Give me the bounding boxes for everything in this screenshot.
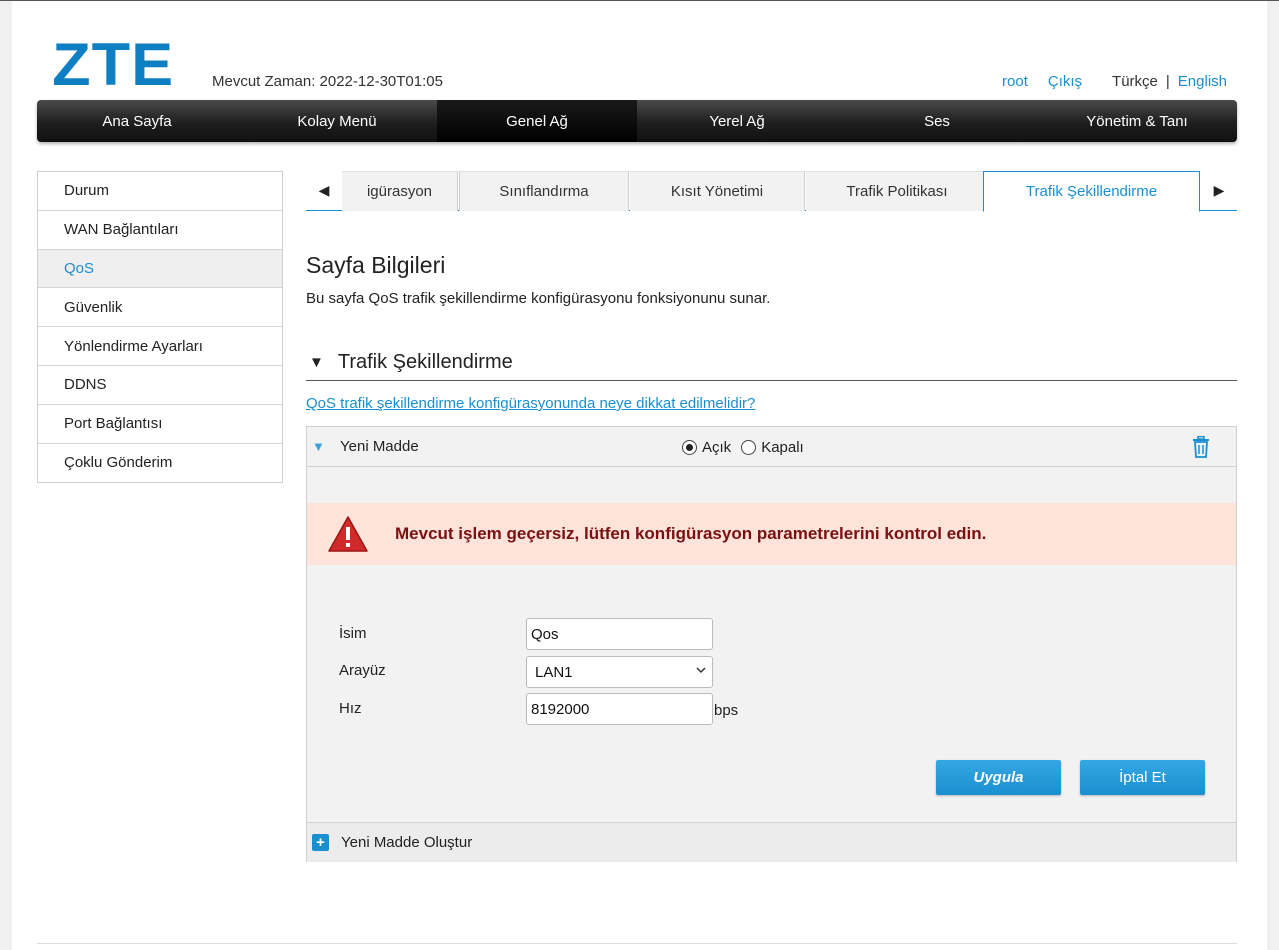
section-header[interactable]: ▼ Trafik Şekillendirme bbox=[306, 345, 1237, 381]
radio-on-label[interactable]: Açık bbox=[702, 439, 731, 456]
collapse-triangle-icon[interactable]: ▼ bbox=[309, 354, 324, 371]
triangle-down-icon[interactable]: ▼ bbox=[312, 439, 328, 454]
apply-button[interactable]: Uygula bbox=[936, 760, 1061, 795]
logout-link[interactable]: Çıkış bbox=[1048, 73, 1082, 90]
rate-unit: bps bbox=[714, 702, 739, 719]
tab-trafik-politikasi[interactable]: Trafik Politikası bbox=[806, 171, 989, 211]
error-alert: Mevcut işlem geçersiz, lütfen konfigüras… bbox=[307, 503, 1236, 565]
chevron-down-icon bbox=[696, 667, 706, 674]
cancel-button[interactable]: İptal Et bbox=[1080, 760, 1205, 795]
current-time: Mevcut Zaman: 2022-12-30T01:05 bbox=[212, 73, 443, 90]
current-language: Türkçe bbox=[1112, 73, 1158, 90]
sidebar-item-durum[interactable]: Durum bbox=[38, 172, 282, 211]
help-link[interactable]: QoS trafik şekillendirme konfigürasyonun… bbox=[306, 395, 755, 412]
radio-off-label[interactable]: Kapalı bbox=[761, 439, 804, 456]
trash-icon[interactable] bbox=[1191, 436, 1211, 458]
sidebar-item-qos[interactable]: QoS bbox=[38, 249, 282, 289]
create-new-label[interactable]: Yeni Madde Oluştur bbox=[341, 834, 472, 851]
page-description: Bu sayfa QoS trafik şekillendirme konfig… bbox=[306, 290, 771, 307]
warning-triangle-icon bbox=[328, 516, 368, 552]
language-separator: | bbox=[1165, 73, 1170, 90]
sidebar-item-wan[interactable]: WAN Bağlantıları bbox=[38, 210, 282, 250]
sub-tabs: igürasyon Sınıflandırma Kısıt Yönetimi T… bbox=[306, 171, 1237, 212]
radio-off[interactable] bbox=[741, 440, 757, 455]
entry-header: ▼ Yeni Madde Açık Kapalı bbox=[307, 427, 1236, 467]
sidebar-item-coklu-gonderim[interactable]: Çoklu Gönderim bbox=[38, 443, 282, 483]
sidebar-item-ddns[interactable]: DDNS bbox=[38, 365, 282, 405]
nav-item-ana-sayfa[interactable]: Ana Sayfa bbox=[37, 100, 237, 142]
tab-kisit-yonetimi[interactable]: Kısıt Yönetimi bbox=[630, 171, 805, 211]
sidebar-item-port-baglantisi[interactable]: Port Bağlantısı bbox=[38, 404, 282, 444]
sidebar-item-yonlendirme[interactable]: Yönlendirme Ayarları bbox=[38, 327, 282, 366]
sidebar: Durum WAN Bağlantıları QoS Güvenlik Yönl… bbox=[37, 171, 283, 484]
name-input[interactable]: Qos bbox=[526, 618, 713, 650]
entry-title: Yeni Madde bbox=[340, 438, 419, 455]
rate-input[interactable]: 8192000 bbox=[526, 693, 713, 725]
name-label: İsim bbox=[339, 625, 367, 642]
enable-radio-group: Açık Kapalı bbox=[682, 439, 804, 456]
nav-item-ses[interactable]: Ses bbox=[837, 100, 1037, 142]
radio-on[interactable] bbox=[682, 440, 697, 455]
interface-label: Arayüz bbox=[339, 662, 386, 679]
error-message: Mevcut işlem geçersiz, lütfen konfigüras… bbox=[395, 524, 987, 543]
main-nav: Ana Sayfa Kolay Menü Genel Ağ Yerel Ağ S… bbox=[37, 100, 1237, 142]
nav-item-kolay-menu[interactable]: Kolay Menü bbox=[237, 100, 437, 142]
tab-scroll-right-icon[interactable]: ▶ bbox=[1201, 171, 1237, 210]
nav-item-genel-ag[interactable]: Genel Ağ bbox=[437, 100, 637, 142]
language-english-link[interactable]: English bbox=[1178, 73, 1227, 90]
footer-divider bbox=[37, 943, 1237, 944]
page-title: Sayfa Bilgileri bbox=[306, 252, 446, 278]
rate-label: Hız bbox=[339, 700, 362, 717]
sidebar-item-guvenlik[interactable]: Güvenlik bbox=[38, 288, 282, 328]
top-links: root Çıkış Türkçe | English bbox=[1002, 73, 1227, 90]
tab-siniflandirma[interactable]: Sınıflandırma bbox=[459, 171, 629, 211]
nav-item-yonetim-tani[interactable]: Yönetim & Tanı bbox=[1037, 100, 1237, 142]
window-frame-right bbox=[1267, 0, 1279, 950]
create-new-row: + Yeni Madde Oluştur bbox=[307, 822, 1236, 862]
entry-panel: ▼ Yeni Madde Açık Kapalı Mevcut işlem ge… bbox=[306, 426, 1237, 862]
interface-selected-value: LAN1 bbox=[535, 663, 573, 681]
section-title: Trafik Şekillendirme bbox=[337, 351, 513, 373]
nav-item-yerel-ag[interactable]: Yerel Ağ bbox=[637, 100, 837, 142]
window-frame-left bbox=[0, 0, 12, 950]
zte-logo: ZTE bbox=[52, 31, 175, 98]
plus-icon[interactable]: + bbox=[312, 834, 329, 851]
window-frame-top bbox=[0, 0, 1279, 1]
user-link[interactable]: root bbox=[1002, 73, 1028, 90]
tab-konfigurasyon[interactable]: igürasyon bbox=[342, 171, 458, 211]
tab-scroll-left-icon[interactable]: ◀ bbox=[306, 171, 342, 210]
interface-select[interactable]: LAN1 bbox=[526, 656, 713, 688]
tab-trafik-sekillendirme[interactable]: Trafik Şekillendirme bbox=[983, 171, 1200, 212]
